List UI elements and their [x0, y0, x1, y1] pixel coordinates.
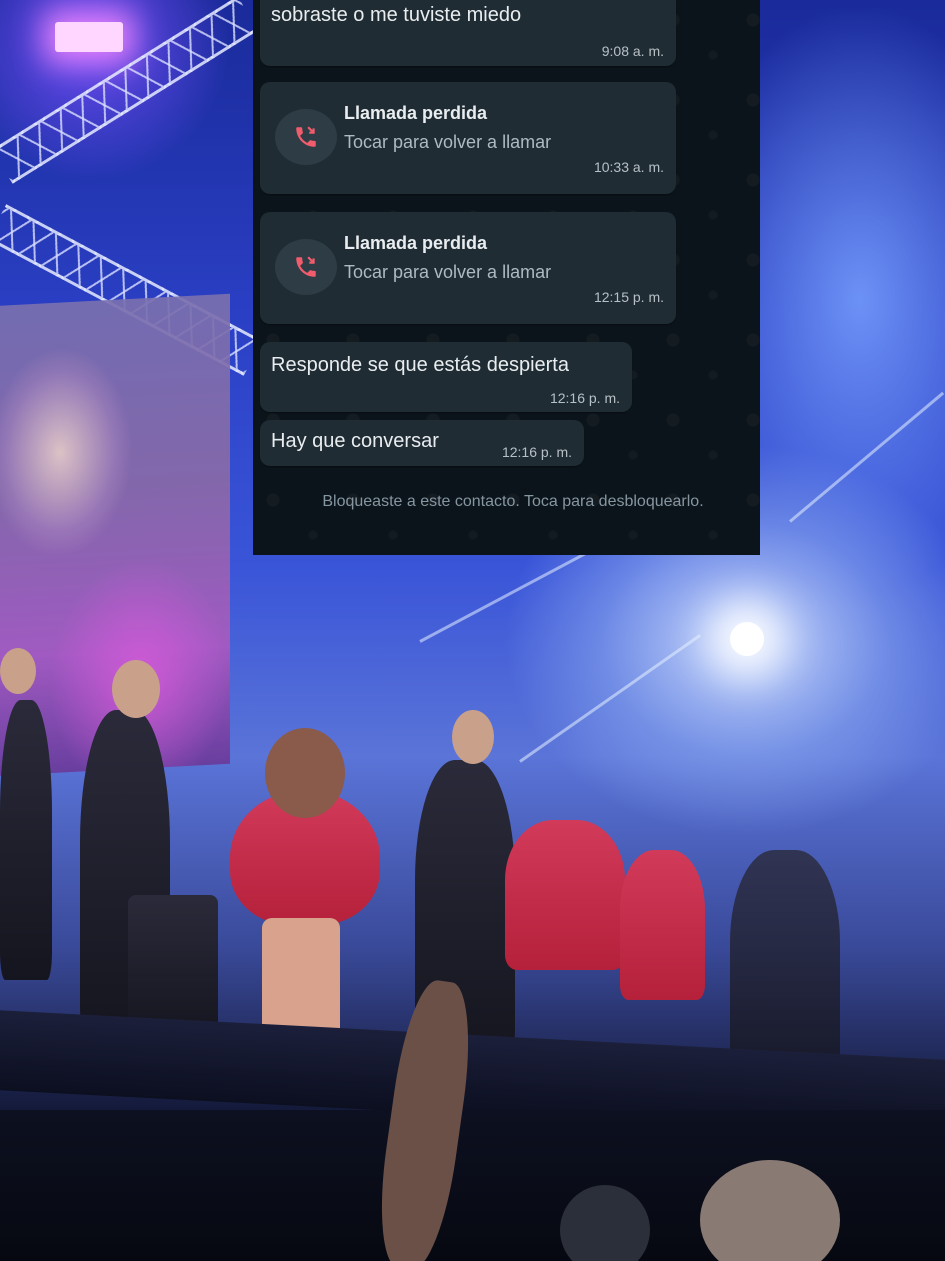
spotlight	[730, 622, 764, 656]
message-text: Hay que conversar	[271, 430, 439, 452]
message-bubble[interactable]: sobraste o me tuviste miedo 9:08 a. m.	[260, 0, 676, 66]
missed-call-bubble[interactable]: Llamada perdida Tocar para volver a llam…	[260, 212, 676, 324]
chat-screenshot: sobraste o me tuviste miedo 9:08 a. m. L…	[253, 0, 760, 555]
light-beam	[519, 634, 702, 763]
missed-call-title: Llamada perdida	[344, 233, 488, 253]
stage-light	[55, 22, 123, 52]
dancer	[620, 850, 705, 1000]
message-text: Responde se que estás despierta	[271, 354, 569, 376]
dancer-hair	[265, 728, 345, 818]
performer-head	[0, 648, 36, 694]
missed-call-icon	[275, 239, 337, 295]
message-time: 12:16 p. m.	[501, 444, 572, 460]
message-time: 12:15 p. m.	[593, 289, 664, 305]
performer-head	[112, 660, 160, 718]
light-beam	[789, 391, 945, 523]
missed-call-title: Llamada perdida	[344, 103, 488, 123]
missed-call-bubble[interactable]: Llamada perdida Tocar para volver a llam…	[260, 82, 676, 194]
message-time: 9:08 a. m.	[601, 43, 664, 59]
message-bubble[interactable]: Responde se que estás despierta 12:16 p.…	[260, 342, 632, 412]
missed-call-icon	[275, 109, 337, 165]
dancer	[505, 820, 625, 970]
missed-call-subtitle: Tocar para volver a llamar	[344, 262, 552, 282]
message-time: 12:16 p. m.	[549, 390, 620, 406]
message-text: sobraste o me tuviste miedo	[271, 4, 522, 26]
message-bubble[interactable]: Hay que conversar 12:16 p. m.	[260, 420, 584, 466]
performer	[730, 850, 840, 1080]
blocked-contact-notice[interactable]: Bloqueaste a este contacto. Toca para de…	[313, 491, 713, 513]
missed-call-subtitle: Tocar para volver a llamar	[344, 132, 552, 152]
stage-truss-top	[0, 0, 259, 184]
message-time: 10:33 a. m.	[593, 159, 664, 175]
performer-head	[452, 710, 494, 764]
performer	[0, 700, 52, 980]
